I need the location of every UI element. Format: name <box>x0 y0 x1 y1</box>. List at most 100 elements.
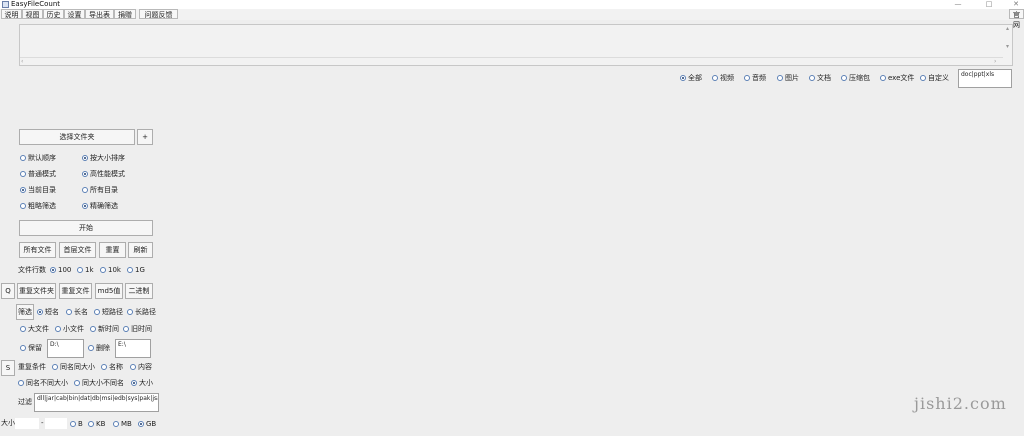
menu-feedback[interactable]: 问题反馈 <box>139 9 178 19</box>
radio-icon[interactable] <box>20 203 26 209</box>
scroll-down-icon[interactable]: ▾ <box>1003 43 1012 51</box>
radio-icon[interactable] <box>777 75 783 81</box>
type-image[interactable]: 图片 <box>777 74 799 83</box>
mode-performance[interactable]: 高性能模式 <box>82 170 125 179</box>
radio-icon[interactable] <box>123 326 129 332</box>
unit-b[interactable]: B <box>70 420 83 429</box>
size-min-input[interactable] <box>15 418 39 429</box>
radio-icon[interactable] <box>113 421 119 427</box>
radio-icon[interactable] <box>20 171 26 177</box>
radio-icon[interactable] <box>138 421 144 427</box>
duplicate-folders-button[interactable]: 重复文件夹 <box>17 283 56 299</box>
radio-icon[interactable] <box>94 309 100 315</box>
small-file[interactable]: 小文件 <box>55 325 84 334</box>
radio-icon[interactable] <box>37 309 43 315</box>
radio-icon[interactable] <box>744 75 750 81</box>
radio-icon[interactable] <box>88 345 94 351</box>
radio-icon[interactable] <box>127 309 133 315</box>
delete-path-input[interactable]: E:\ <box>115 339 151 358</box>
filter-exact[interactable]: 精确筛选 <box>82 202 118 211</box>
radio-icon[interactable] <box>101 364 107 370</box>
screen-short-name[interactable]: 短名 <box>37 308 59 317</box>
menu-website[interactable]: 官网 <box>1009 9 1024 29</box>
type-exe[interactable]: exe文件 <box>880 74 914 83</box>
close-button[interactable]: ✕ <box>1008 0 1024 9</box>
large-file[interactable]: 大文件 <box>20 325 49 334</box>
unit-kb[interactable]: KB <box>88 420 105 429</box>
sort-size[interactable]: 按大小排序 <box>82 154 125 163</box>
radio-icon[interactable] <box>66 309 72 315</box>
radio-icon[interactable] <box>131 380 137 386</box>
radio-icon[interactable] <box>100 267 106 273</box>
delete-option[interactable]: 删除 <box>88 344 110 353</box>
all-files-button[interactable]: 所有文件 <box>19 242 56 258</box>
radio-icon[interactable] <box>680 75 686 81</box>
cond-same-name-diff-size[interactable]: 同名不同大小 <box>18 379 68 388</box>
keep-path-input[interactable]: D:\ <box>47 339 84 358</box>
cond-name[interactable]: 名称 <box>101 363 123 372</box>
filter-input[interactable]: dll|jar|cab|bin|dat|db|msi|edb|sys|pak|j… <box>34 393 159 412</box>
old-time[interactable]: 旧时间 <box>123 325 152 334</box>
radio-icon[interactable] <box>82 155 88 161</box>
sort-default[interactable]: 默认顺序 <box>20 154 56 163</box>
add-folder-button[interactable]: + <box>137 129 153 145</box>
radio-icon[interactable] <box>712 75 718 81</box>
rows-1k[interactable]: 1k <box>77 266 94 275</box>
scroll-up-icon[interactable]: ▴ <box>1003 25 1012 33</box>
radio-icon[interactable] <box>82 171 88 177</box>
rows-1g[interactable]: 1G <box>127 266 145 275</box>
screen-button[interactable]: 筛选 <box>16 304 34 320</box>
radio-icon[interactable] <box>18 380 24 386</box>
type-video[interactable]: 视频 <box>712 74 734 83</box>
radio-icon[interactable] <box>20 345 26 351</box>
scope-current[interactable]: 当前目录 <box>20 186 56 195</box>
scroll-right-icon[interactable]: › <box>994 58 996 66</box>
radio-icon[interactable] <box>20 326 26 332</box>
menu-history[interactable]: 历史 <box>43 9 64 19</box>
screen-long-path[interactable]: 长路径 <box>127 308 156 317</box>
type-custom[interactable]: 自定义 <box>920 74 949 83</box>
radio-icon[interactable] <box>70 421 76 427</box>
cond-size[interactable]: 大小 <box>131 379 153 388</box>
radio-icon[interactable] <box>809 75 815 81</box>
mode-normal[interactable]: 普通模式 <box>20 170 56 179</box>
unit-mb[interactable]: MB <box>113 420 132 429</box>
scroll-left-icon[interactable]: ‹ <box>21 58 23 66</box>
menu-settings[interactable]: 设置 <box>64 9 85 19</box>
radio-icon[interactable] <box>82 187 88 193</box>
q-button[interactable]: Q <box>1 283 15 299</box>
menu-view[interactable]: 视图 <box>22 9 43 19</box>
maximize-button[interactable]: □ <box>981 0 997 9</box>
rows-100[interactable]: 100 <box>50 266 71 275</box>
radio-icon[interactable] <box>920 75 926 81</box>
binary-button[interactable]: 二进制 <box>125 283 153 299</box>
radio-icon[interactable] <box>130 364 136 370</box>
radio-icon[interactable] <box>52 364 58 370</box>
type-audio[interactable]: 音频 <box>744 74 766 83</box>
rows-10k[interactable]: 10k <box>100 266 121 275</box>
keep-option[interactable]: 保留 <box>20 344 42 353</box>
screen-short-path[interactable]: 短路径 <box>94 308 123 317</box>
radio-icon[interactable] <box>77 267 83 273</box>
filter-rough[interactable]: 粗略筛选 <box>20 202 56 211</box>
select-folder-button[interactable]: 选择文件夹 <box>19 129 135 145</box>
cond-content[interactable]: 内容 <box>130 363 152 372</box>
custom-type-input[interactable]: doc|ppt|xls <box>958 69 1012 88</box>
type-archive[interactable]: 压缩包 <box>841 74 870 83</box>
refresh-button[interactable]: 刷新 <box>128 242 153 258</box>
cond-same-name-size[interactable]: 同名同大小 <box>52 363 95 372</box>
scope-all[interactable]: 所有目录 <box>82 186 118 195</box>
vertical-scrollbar[interactable]: ▴ ▾ <box>1003 25 1012 57</box>
s-button[interactable]: S <box>1 360 15 376</box>
start-button[interactable]: 开始 <box>19 220 153 236</box>
type-all[interactable]: 全部 <box>680 74 702 83</box>
radio-icon[interactable] <box>20 187 26 193</box>
radio-icon[interactable] <box>90 326 96 332</box>
minimize-button[interactable]: — <box>950 0 966 9</box>
radio-icon[interactable] <box>55 326 61 332</box>
unit-gb[interactable]: GB <box>138 420 156 429</box>
type-document[interactable]: 文档 <box>809 74 831 83</box>
new-time[interactable]: 新时间 <box>90 325 119 334</box>
screen-long-name[interactable]: 长名 <box>66 308 88 317</box>
radio-icon[interactable] <box>88 421 94 427</box>
